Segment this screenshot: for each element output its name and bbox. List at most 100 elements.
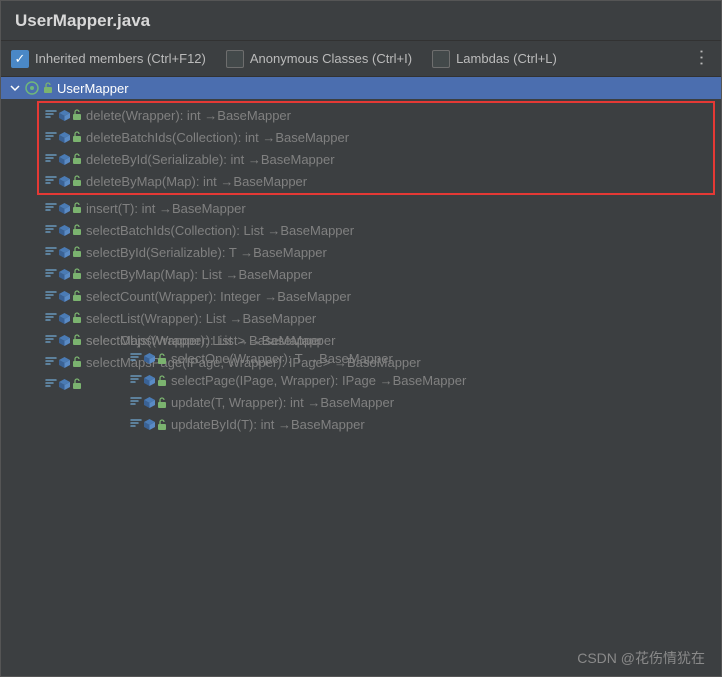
sort-icon (45, 333, 57, 348)
method-cube-icon (58, 246, 71, 259)
method-cube-icon (58, 334, 71, 347)
method-row[interactable]: selectPage(IPage, Wrapper): IPage →BaseM… (86, 370, 466, 392)
sort-icon (45, 152, 57, 167)
method-signature: deleteById(Serializable): int →BaseMappe… (86, 152, 335, 167)
anonymous-label: Anonymous Classes (Ctrl+I) (250, 51, 412, 66)
sort-icon (130, 417, 142, 432)
method-icons (45, 223, 82, 238)
sort-icon (45, 245, 57, 260)
method-row[interactable]: selectObjs(Wrapper): List →BaseMapper se… (1, 373, 721, 395)
method-cube-icon (58, 175, 71, 188)
lock-open-icon (43, 82, 53, 94)
lock-open-icon (72, 109, 82, 121)
method-row[interactable]: insert(T): int →BaseMapper (1, 197, 721, 219)
structure-tree: UserMapper delete(Wrapper): int →BaseMap… (1, 77, 721, 395)
more-icon[interactable]: ⋯ (691, 49, 712, 69)
checkbox-checked-icon (11, 50, 29, 68)
method-icons (45, 355, 82, 370)
sort-icon (45, 201, 57, 216)
method-signature: selectList(Wrapper): List →BaseMapper (86, 311, 316, 326)
checkbox-unchecked-icon (432, 50, 450, 68)
sort-icon (45, 289, 57, 304)
sort-icon (130, 373, 142, 388)
method-row[interactable]: deleteById(Serializable): int →BaseMappe… (39, 148, 713, 170)
method-cube-icon (143, 396, 156, 409)
method-row[interactable]: selectBatchIds(Collection): List →BaseMa… (1, 219, 721, 241)
method-cube-icon (58, 224, 71, 237)
method-row[interactable]: update(T, Wrapper): int →BaseMapper (86, 392, 466, 414)
lock-open-icon (72, 175, 82, 187)
root-label: UserMapper (57, 81, 129, 96)
lock-open-icon (72, 153, 82, 165)
method-icons (45, 333, 82, 348)
method-signature: update(T, Wrapper): int →BaseMapper (171, 395, 394, 410)
method-row[interactable]: selectById(Serializable): T →BaseMapper (1, 241, 721, 263)
method-cube-icon (58, 290, 71, 303)
sort-icon (45, 223, 57, 238)
method-icons (45, 108, 82, 123)
method-icons (45, 311, 82, 326)
method-cube-icon (58, 378, 71, 391)
lock-open-icon (72, 290, 82, 302)
method-row[interactable]: updateById(T): int →BaseMapper (86, 414, 466, 436)
method-cube-icon (58, 109, 71, 122)
method-cube-icon (58, 356, 71, 369)
method-signature: updateById(T): int →BaseMapper (171, 417, 365, 432)
file-title: UserMapper.java (15, 11, 150, 31)
lock-open-icon (157, 375, 167, 387)
lock-open-icon (72, 131, 82, 143)
method-icons (45, 174, 82, 189)
lock-open-icon (72, 202, 82, 214)
lambdas-label: Lambdas (Ctrl+L) (456, 51, 557, 66)
tree-root-usermapper[interactable]: UserMapper (1, 77, 721, 99)
method-icons (45, 377, 82, 392)
method-icons (45, 245, 82, 260)
method-cube-icon (143, 374, 156, 387)
method-icons (130, 351, 167, 366)
interface-icon (25, 81, 39, 95)
method-signature: selectOne(Wrapper): T →BaseMapper (171, 351, 393, 366)
method-icons (45, 267, 82, 282)
lock-open-icon (72, 334, 82, 346)
method-row[interactable]: selectOne(Wrapper): T →BaseMapper (86, 348, 466, 370)
sort-icon (45, 174, 57, 189)
method-row[interactable]: deleteBatchIds(Collection): int →BaseMap… (39, 126, 713, 148)
method-row[interactable]: deleteByMap(Map): int →BaseMapper (39, 170, 713, 192)
sort-icon (45, 355, 57, 370)
chevron-down-icon (9, 83, 21, 93)
anonymous-classes-option[interactable]: Anonymous Classes (Ctrl+I) (226, 50, 412, 68)
inherited-label: Inherited members (Ctrl+F12) (35, 51, 206, 66)
method-icons (130, 373, 167, 388)
lock-open-icon (72, 224, 82, 236)
sort-icon (45, 130, 57, 145)
method-cube-icon (58, 312, 71, 325)
method-cube-icon (58, 131, 71, 144)
method-row[interactable]: delete(Wrapper): int →BaseMapper (39, 104, 713, 126)
method-signature: selectObjs(Wrapper): List →BaseMapper se… (86, 333, 466, 436)
method-cube-icon (143, 418, 156, 431)
method-icons (45, 152, 82, 167)
sort-icon (45, 311, 57, 326)
inherited-members-option[interactable]: Inherited members (Ctrl+F12) (11, 50, 206, 68)
title-bar: UserMapper.java (1, 1, 721, 41)
lock-open-icon (72, 378, 82, 390)
method-cube-icon (143, 352, 156, 365)
highlight-box: delete(Wrapper): int →BaseMapper deleteB… (37, 101, 715, 195)
lock-open-icon (72, 312, 82, 324)
method-signature: selectPage(IPage, Wrapper): IPage →BaseM… (171, 373, 466, 388)
method-signature: selectById(Serializable): T →BaseMapper (86, 245, 327, 260)
method-row[interactable]: selectByMap(Map): List →BaseMapper (1, 263, 721, 285)
method-row[interactable]: selectList(Wrapper): List →BaseMapper (1, 307, 721, 329)
sort-icon (45, 108, 57, 123)
method-row[interactable]: selectCount(Wrapper): Integer →BaseMappe… (1, 285, 721, 307)
toolbar: Inherited members (Ctrl+F12) Anonymous C… (1, 41, 721, 77)
method-cube-icon (58, 268, 71, 281)
lock-open-icon (157, 353, 167, 365)
method-signature: deleteByMap(Map): int →BaseMapper (86, 174, 307, 189)
lock-open-icon (72, 246, 82, 258)
method-signature: selectByMap(Map): List →BaseMapper (86, 267, 312, 282)
sort-icon (45, 267, 57, 282)
method-signature: deleteBatchIds(Collection): int →BaseMap… (86, 130, 349, 145)
lambdas-option[interactable]: Lambdas (Ctrl+L) (432, 50, 557, 68)
method-signature: selectBatchIds(Collection): List →BaseMa… (86, 223, 354, 238)
